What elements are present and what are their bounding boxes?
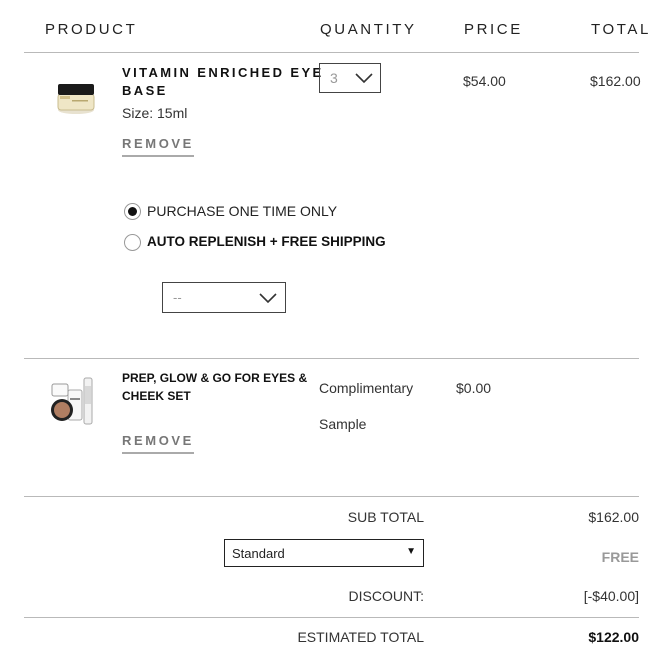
- item2-price: $0.00: [456, 380, 492, 396]
- eye-base-jar-icon[interactable]: [54, 76, 98, 118]
- item2-name-line2[interactable]: CHEEK SET: [122, 389, 191, 403]
- chevron-down-icon: [355, 73, 373, 84]
- header-divider: [24, 52, 639, 53]
- header-quantity: QUANTITY: [320, 21, 417, 38]
- frequency-value: --: [173, 290, 182, 305]
- header-total: TOTAL: [591, 21, 650, 38]
- estimated-divider: [24, 617, 639, 618]
- item1-quantity-select[interactable]: 3: [319, 63, 381, 93]
- shipping-value: FREE: [601, 549, 639, 565]
- item1-remove-link[interactable]: REMOVE: [122, 136, 194, 157]
- radio-selected-dot: [128, 207, 137, 216]
- discount-value: [-$40.00]: [583, 588, 639, 604]
- chevron-down-icon: [259, 293, 277, 304]
- subtotal-value: $162.00: [588, 509, 639, 525]
- one-time-label[interactable]: PURCHASE ONE TIME ONLY: [147, 203, 337, 219]
- item2-name-line1[interactable]: PREP, GLOW & GO FOR EYES &: [122, 371, 307, 385]
- dropdown-triangle-icon: ▼: [406, 546, 416, 557]
- header-product: PRODUCT: [45, 21, 138, 38]
- estimated-total-label: ESTIMATED TOTAL: [297, 629, 424, 645]
- discount-label: DISCOUNT:: [348, 588, 424, 604]
- auto-replenish-label[interactable]: AUTO REPLENISH + FREE SHIPPING: [147, 234, 386, 249]
- item1-quantity-value: 3: [330, 70, 338, 86]
- item1-total: $162.00: [590, 73, 641, 89]
- header-price: PRICE: [464, 21, 523, 38]
- one-time-radio[interactable]: [124, 203, 141, 220]
- item1-size: Size: 15ml: [122, 105, 188, 121]
- makeup-set-icon[interactable]: [48, 376, 98, 428]
- item-divider: [24, 358, 639, 359]
- estimated-total-value: $122.00: [588, 629, 639, 645]
- item2-remove-link[interactable]: REMOVE: [122, 433, 194, 454]
- item2-complimentary-label: Complimentary: [319, 380, 414, 396]
- subtotal-label: SUB TOTAL: [347, 509, 424, 525]
- auto-replenish-radio[interactable]: [124, 234, 141, 251]
- item1-name-line1[interactable]: VITAMIN ENRICHED EYE: [122, 65, 324, 80]
- shipping-method-value: Standard: [232, 546, 285, 561]
- item2-sample-label: Sample: [319, 416, 367, 432]
- shipping-method-select[interactable]: Standard ▼: [224, 539, 424, 567]
- item1-price: $54.00: [463, 73, 506, 89]
- summary-divider: [24, 496, 639, 497]
- replenish-frequency-select[interactable]: --: [162, 282, 286, 313]
- item1-name-line2[interactable]: BASE: [122, 83, 168, 98]
